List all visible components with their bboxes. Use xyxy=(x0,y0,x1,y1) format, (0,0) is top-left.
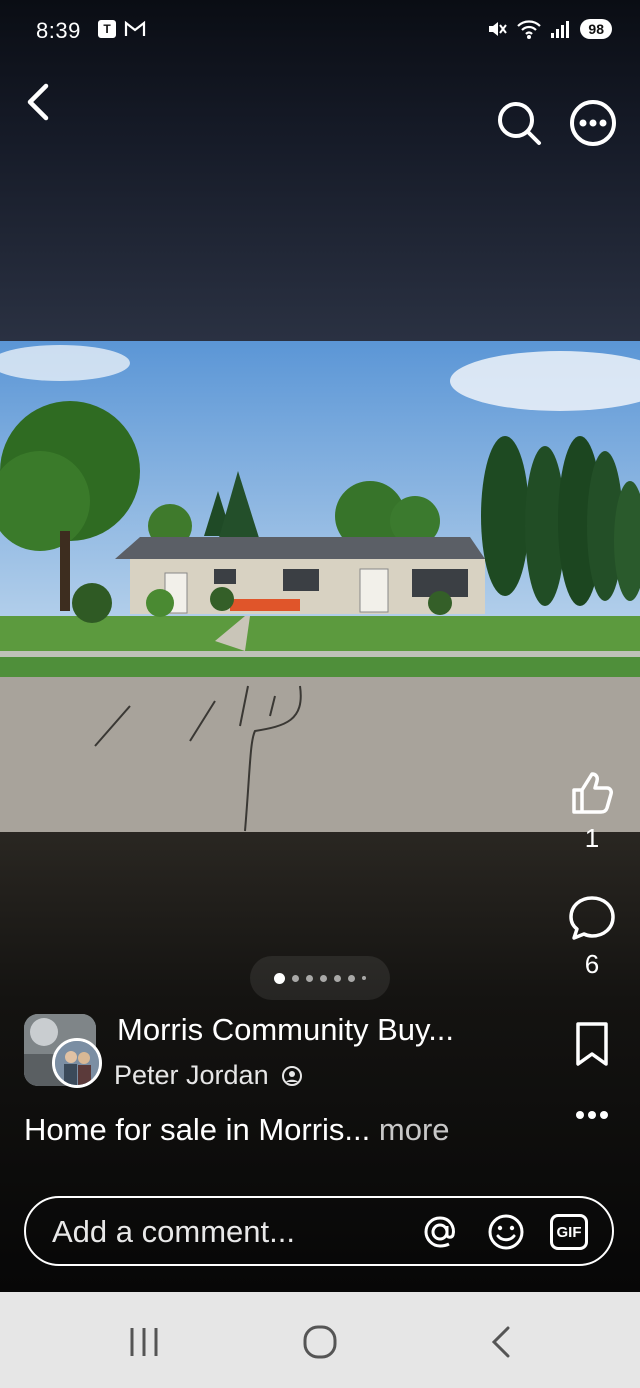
pager-dot xyxy=(362,976,366,980)
status-bar: 8:39 T 98 xyxy=(0,0,640,64)
pager-dot xyxy=(334,974,341,982)
caption-more-link[interactable]: more xyxy=(379,1112,450,1147)
comment-action[interactable]: 6 xyxy=(560,892,624,980)
more-options-icon[interactable] xyxy=(568,98,618,148)
back-arrow-icon[interactable] xyxy=(16,78,66,128)
save-action[interactable] xyxy=(560,1018,624,1075)
pager-dot-active xyxy=(274,972,285,984)
mute-icon xyxy=(489,22,508,36)
author-row: Peter Jordan xyxy=(114,1060,303,1091)
more-actions[interactable] xyxy=(560,1100,624,1135)
pager-dot xyxy=(320,974,327,982)
author-name[interactable]: Peter Jordan xyxy=(114,1060,269,1091)
home-icon[interactable] xyxy=(300,1322,340,1362)
caption-text: Home for sale in Morris... xyxy=(24,1112,371,1147)
system-nav-bar xyxy=(0,1292,640,1388)
comment-bubble-icon[interactable] xyxy=(566,892,618,944)
post-caption[interactable]: Home for sale in Morris... more xyxy=(24,1112,450,1148)
pager-dot xyxy=(306,974,313,982)
status-time: 8:39 xyxy=(36,18,81,43)
gmail-icon xyxy=(124,20,146,36)
like-count: 1 xyxy=(584,823,600,853)
system-back-icon[interactable] xyxy=(482,1322,522,1362)
pager-dot xyxy=(348,974,355,982)
bookmark-icon[interactable] xyxy=(566,1018,618,1070)
gif-button[interactable]: GIF xyxy=(550,1214,588,1250)
post-photo[interactable] xyxy=(0,341,640,832)
house-photo xyxy=(0,341,640,832)
emoji-icon[interactable] xyxy=(486,1212,526,1252)
thumbs-up-icon[interactable] xyxy=(566,766,618,818)
like-action[interactable]: 1 xyxy=(560,766,624,854)
status-indicators: 98 xyxy=(486,18,612,40)
search-icon[interactable] xyxy=(494,98,544,148)
battery-indicator: 98 xyxy=(580,19,612,39)
recent-apps-icon[interactable] xyxy=(124,1322,164,1362)
notification-t-icon: T xyxy=(98,20,116,38)
comment-input[interactable]: Add a comment... GIF xyxy=(24,1196,614,1266)
author-avatar-image xyxy=(55,1041,99,1085)
pager-dot xyxy=(292,974,299,982)
mention-icon[interactable] xyxy=(420,1212,460,1252)
comment-count: 6 xyxy=(584,949,600,979)
horizontal-dots-icon[interactable] xyxy=(566,1100,618,1130)
group-name[interactable]: Morris Community Buy... xyxy=(117,1012,454,1048)
signal-icon xyxy=(551,21,570,38)
wifi-icon xyxy=(517,20,542,39)
author-avatar[interactable] xyxy=(52,1038,102,1088)
photo-pager xyxy=(250,956,390,1000)
group-member-icon xyxy=(281,1065,302,1086)
comment-placeholder: Add a comment... xyxy=(52,1214,295,1249)
notification-icons: T xyxy=(98,20,146,38)
